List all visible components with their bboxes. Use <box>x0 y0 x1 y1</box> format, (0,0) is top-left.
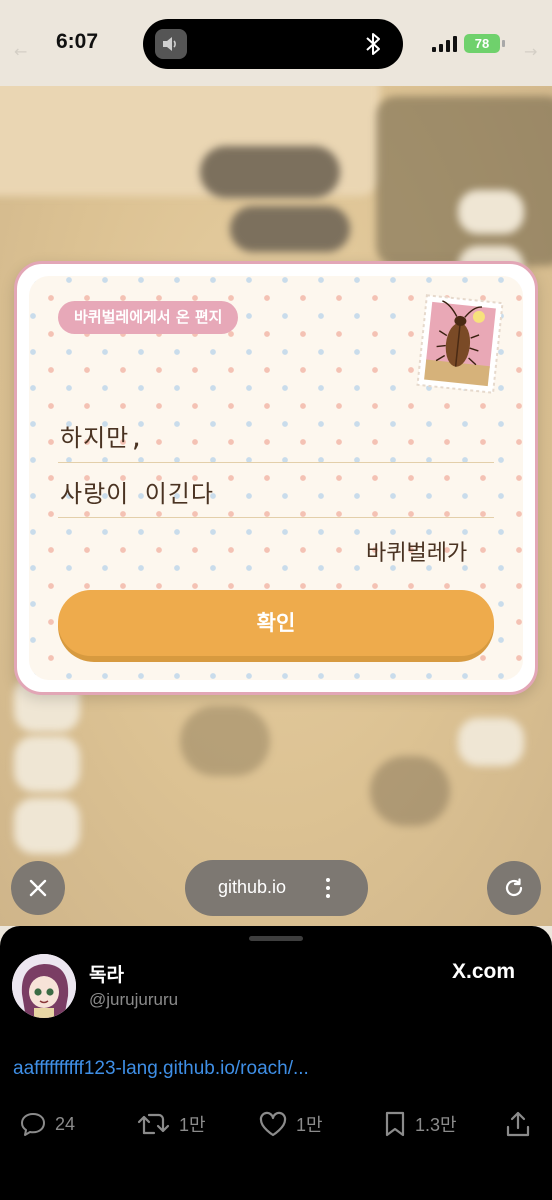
sheet-grabber[interactable] <box>249 936 303 941</box>
bg-shape <box>458 190 524 234</box>
reply-icon <box>21 1113 45 1136</box>
signal-icon <box>432 36 458 52</box>
confirm-button-label: 확인 <box>58 590 494 656</box>
bg-shape <box>376 96 552 266</box>
battery-tip <box>502 40 505 47</box>
speaker-icon <box>155 29 187 59</box>
reply-count: 24 <box>55 1113 76 1134</box>
user-handle[interactable]: @jurujururu <box>89 990 178 1010</box>
bookmark-icon <box>385 1111 405 1137</box>
like-action[interactable]: 1만 <box>258 1108 323 1140</box>
letter-badge: 바퀴벌레에게서 온 편지 <box>58 301 239 334</box>
x-logo[interactable]: X.com <box>452 960 515 984</box>
tweet-link[interactable]: aaffffffffff123-lang.github.io/roach/... <box>13 1058 309 1080</box>
url-bar[interactable]: github.io <box>185 860 368 916</box>
bluetooth-icon <box>366 33 380 55</box>
bg-shape <box>370 756 450 826</box>
status-time: 6:07 <box>56 30 99 53</box>
faded-forward-arrow-icon: → <box>524 42 538 61</box>
share-action[interactable] <box>505 1108 539 1140</box>
bg-shape <box>180 706 270 776</box>
letter-rule-1 <box>58 462 494 463</box>
letter-line-1: 하지만, <box>60 424 145 452</box>
stamp-icon <box>416 294 504 394</box>
bg-shape <box>14 798 80 854</box>
close-button[interactable] <box>11 861 65 915</box>
letter-rule-2 <box>58 517 494 518</box>
confirm-button[interactable]: 확인 <box>58 590 494 662</box>
reply-action[interactable]: 24 <box>19 1108 75 1140</box>
close-icon <box>29 879 47 897</box>
retweet-action[interactable]: 1만 <box>137 1108 206 1140</box>
letter-line-2: 사랑이 이긴다 <box>60 480 214 508</box>
reload-button[interactable] <box>487 861 541 915</box>
like-count: 1만 <box>296 1115 323 1135</box>
display-name[interactable]: 독라 <box>89 960 124 987</box>
bookmark-action[interactable]: 1.3만 <box>383 1108 457 1140</box>
faded-back-arrow-icon: ← <box>14 42 28 61</box>
more-icon[interactable] <box>325 876 331 900</box>
retweet-icon <box>137 1113 170 1135</box>
letter-signature: 바퀴벌레가 <box>366 541 468 566</box>
battery-icon: 78 <box>464 34 500 53</box>
share-icon <box>506 1111 530 1137</box>
reload-icon <box>505 878 523 897</box>
bg-shape <box>230 206 350 252</box>
bookmark-count: 1.3만 <box>415 1115 457 1135</box>
bg-shape <box>458 718 524 766</box>
retweet-count: 1만 <box>179 1115 206 1135</box>
like-icon <box>259 1111 287 1137</box>
bg-shape <box>14 736 80 792</box>
status-bar: ← → 6:07 78 <box>0 0 552 90</box>
avatar[interactable] <box>12 954 76 1018</box>
url-text: github.io <box>218 877 287 897</box>
bg-shape <box>200 146 340 198</box>
tweet-sheet: 독라 @jurujururu X.com aaffffffffff123-lan… <box>0 926 552 1200</box>
browser-toolbar: github.io <box>0 850 552 926</box>
dynamic-island <box>143 19 403 69</box>
